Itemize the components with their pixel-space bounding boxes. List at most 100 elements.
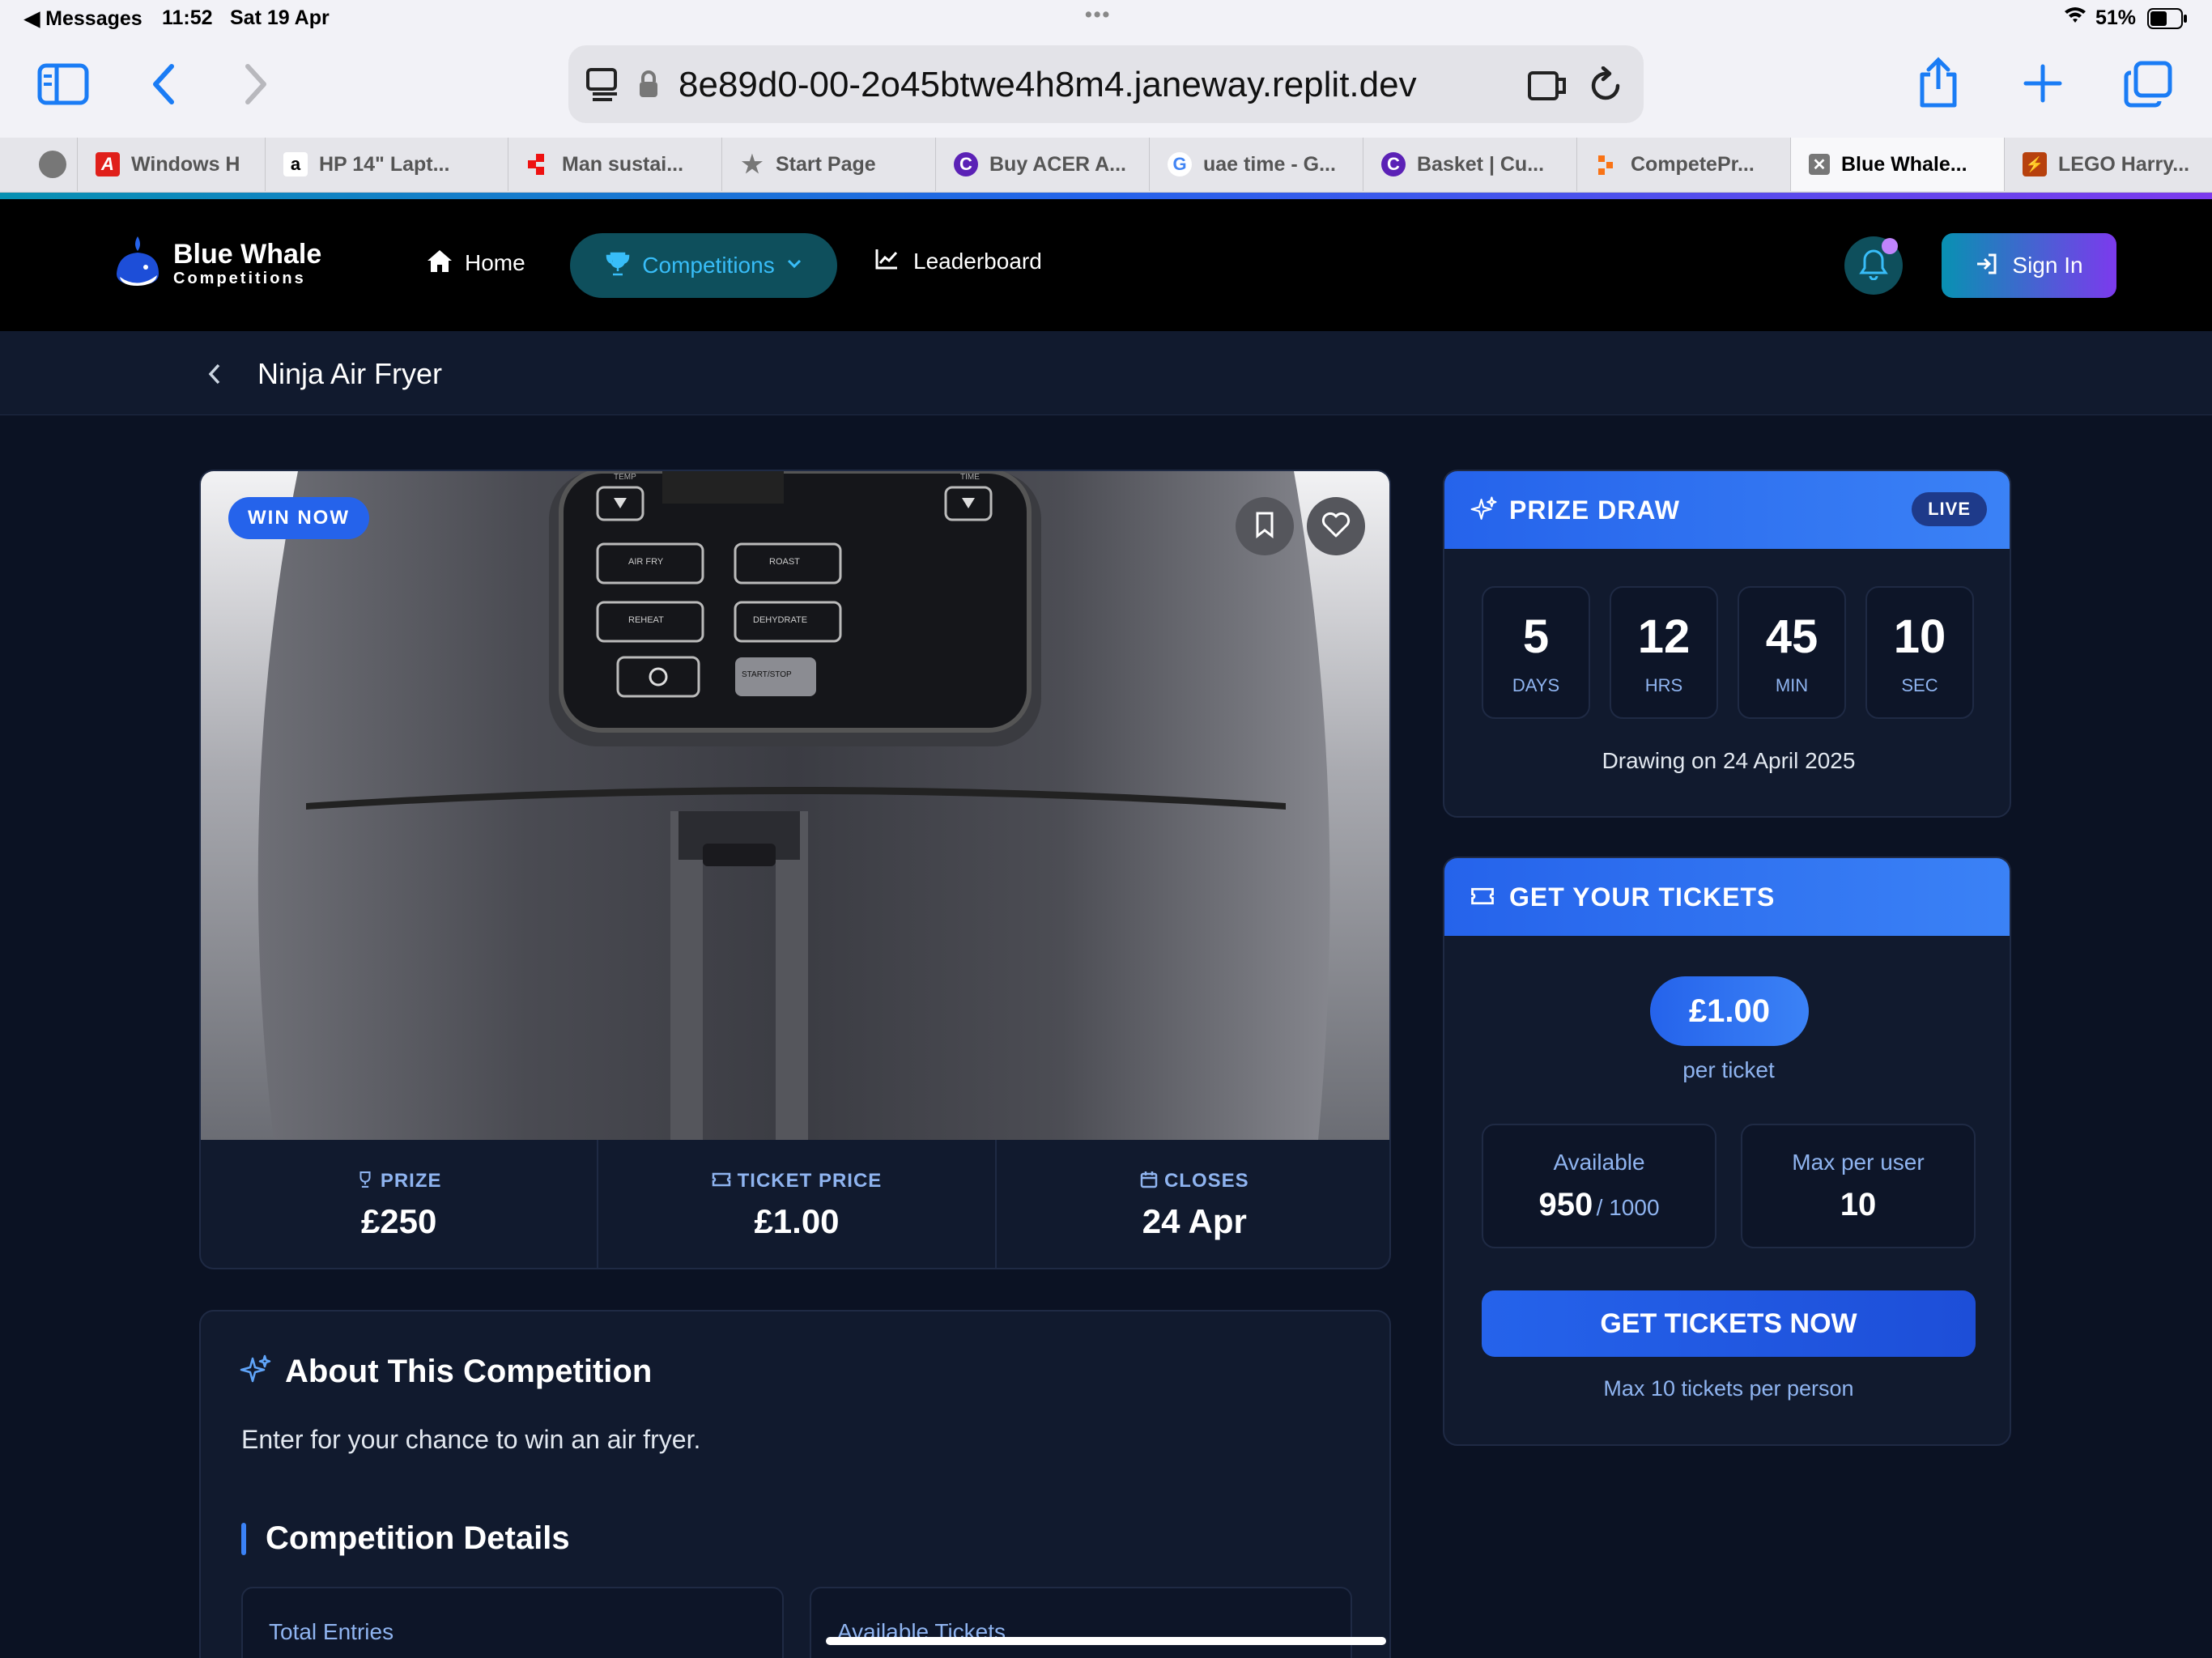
tab-label: LEGO Harry... xyxy=(2058,152,2190,176)
available-count: 950 xyxy=(1538,1186,1593,1222)
sign-in-icon xyxy=(1975,252,1999,280)
get-tickets-label: GET TICKETS NOW xyxy=(1600,1307,1857,1339)
tab-label: Windows H xyxy=(131,152,240,176)
sidebar-icon[interactable] xyxy=(37,63,89,109)
tab-item[interactable]: Guae time - G... xyxy=(1150,138,1363,191)
about-card: About This Competition Enter for your ch… xyxy=(199,1310,1391,1658)
brand-name: Blue Whale xyxy=(173,239,322,270)
tab-icon xyxy=(526,152,551,176)
countdown-unit: HRS xyxy=(1644,674,1683,695)
back-to-messages[interactable]: ◀ Messages xyxy=(24,6,143,31)
stat-value: 24 Apr xyxy=(1142,1202,1247,1240)
stat-prize: PRIZE £250 xyxy=(201,1140,597,1268)
tab-icon xyxy=(39,151,66,178)
tab-label: Buy ACER A... xyxy=(989,152,1126,176)
tab-item[interactable]: A Windows H xyxy=(78,138,266,191)
tab-icon xyxy=(1595,152,1619,176)
lego-icon: ⚡ xyxy=(2023,152,2047,176)
tickets-header: GET YOUR TICKETS xyxy=(1444,858,2010,936)
reload-icon[interactable] xyxy=(1589,66,1624,108)
tab-label: Man sustai... xyxy=(562,152,684,176)
stat-value: £1.00 xyxy=(754,1202,840,1240)
amazon-icon: a xyxy=(283,152,308,176)
countdown-value: 10 xyxy=(1893,610,1946,663)
available-tickets-box: Available Tickets xyxy=(810,1587,1352,1658)
tab-label: uae time - G... xyxy=(1203,152,1336,176)
drawing-date: Drawing on 24 April 2025 xyxy=(1602,748,1856,773)
chevron-down-icon xyxy=(786,258,802,274)
available-label: Available xyxy=(1553,1149,1645,1175)
panel-label: REHEAT xyxy=(628,615,664,625)
heart-icon xyxy=(1321,511,1351,542)
tab-item[interactable]: ⚡ LEGO Harry... xyxy=(2005,138,2212,191)
countdown-unit: DAYS xyxy=(1512,674,1560,695)
site-header: Blue Whale Competitions Home Competition… xyxy=(0,199,2212,331)
back-icon[interactable] xyxy=(147,62,180,111)
c-icon: C xyxy=(1381,152,1406,176)
trophy-icon xyxy=(356,1171,374,1192)
battery-icon xyxy=(2147,8,2188,35)
nav-home[interactable]: Home xyxy=(426,248,525,278)
ticket-icon xyxy=(1470,886,1495,911)
countdown-unit: MIN xyxy=(1775,674,1809,695)
url-text[interactable]: 8e89d0-00-2o45btwe4h8m4.janeway.replit.d… xyxy=(678,65,1417,105)
countdown-hours: 12 HRS xyxy=(1610,586,1718,719)
tab-item[interactable]: CompetePr... xyxy=(1577,138,1791,191)
close-icon[interactable]: ✕ xyxy=(1809,154,1830,175)
sign-in-button[interactable]: Sign In xyxy=(1942,233,2116,298)
stat-value: £250 xyxy=(360,1202,437,1240)
live-badge: LIVE xyxy=(1912,492,1987,526)
stat-label: PRIZE xyxy=(380,1170,442,1192)
ticket-price-pill: £1.00 xyxy=(1650,976,1809,1046)
share-icon[interactable] xyxy=(1916,57,1961,113)
home-indicator[interactable] xyxy=(826,1637,1386,1645)
favorite-button[interactable] xyxy=(1307,497,1365,555)
progress-accent-line xyxy=(0,193,2212,199)
details-title: Competition Details xyxy=(266,1520,570,1556)
tab-item-active[interactable]: ✕ Blue Whale... xyxy=(1791,138,2005,191)
nav-home-label: Home xyxy=(465,249,525,275)
tab-item[interactable]: a HP 14" Lapt... xyxy=(266,138,508,191)
nav-competitions[interactable]: Competitions xyxy=(570,233,837,298)
google-icon: G xyxy=(1168,152,1192,176)
c-icon: C xyxy=(954,152,978,176)
get-tickets-button[interactable]: GET TICKETS NOW xyxy=(1482,1290,1976,1357)
tabs-overview-icon[interactable] xyxy=(2123,60,2173,113)
tab-item[interactable]: C Basket | Cu... xyxy=(1363,138,1577,191)
status-date: Sat 19 Apr xyxy=(230,6,330,29)
panel-label: TIME xyxy=(960,473,980,482)
stat-ticket-price: TICKET PRICE £1.00 xyxy=(597,1140,997,1268)
product-image: TEMP TIME AIR FRY ROAST REHEAT DEHYDRATE… xyxy=(201,471,1389,1140)
multitask-dots-icon[interactable]: ••• xyxy=(1085,3,1111,27)
brand-logo[interactable]: Blue Whale Competitions xyxy=(113,233,321,294)
countdown-value: 12 xyxy=(1637,610,1691,663)
notifications-button[interactable] xyxy=(1844,236,1903,295)
countdown-minutes: 45 MIN xyxy=(1738,586,1846,719)
max-count: 10 xyxy=(1840,1186,1877,1222)
tab-item[interactable] xyxy=(0,138,78,191)
chevron-left-icon[interactable] xyxy=(206,362,223,390)
countdown: 5 DAYS 12 HRS 45 MIN 10 SEC xyxy=(1482,586,1974,719)
sparkle-icon xyxy=(1470,495,1498,527)
brand-tagline: Competitions xyxy=(173,270,306,287)
nav-competitions-label: Competitions xyxy=(642,253,775,278)
total-entries-box: Total Entries xyxy=(241,1587,784,1658)
countdown-value: 45 xyxy=(1765,610,1819,663)
tab-item[interactable]: Man sustai... xyxy=(508,138,722,191)
nav-leaderboard[interactable]: Leaderboard xyxy=(874,248,1042,274)
tab-item[interactable]: C Buy ACER A... xyxy=(936,138,1150,191)
extension-icon[interactable] xyxy=(1527,68,1569,108)
browser-toolbar: 8e89d0-00-2o45btwe4h8m4.janeway.replit.d… xyxy=(0,39,2212,138)
reader-icon[interactable] xyxy=(585,66,620,106)
tab-label: Blue Whale... xyxy=(1841,152,1967,176)
about-description: Enter for your chance to win an air frye… xyxy=(241,1425,701,1454)
tab-item[interactable]: ★ Start Page xyxy=(722,138,936,191)
bookmark-button[interactable] xyxy=(1236,497,1294,555)
chart-line-icon xyxy=(874,248,899,274)
forward-icon[interactable] xyxy=(240,62,272,111)
new-tab-icon[interactable] xyxy=(2023,63,2063,108)
page-title: Ninja Air Fryer xyxy=(257,357,443,390)
per-ticket-label: per ticket xyxy=(1682,1057,1775,1082)
tab-label: HP 14" Lapt... xyxy=(319,152,450,176)
address-bar[interactable]: 8e89d0-00-2o45btwe4h8m4.janeway.replit.d… xyxy=(568,45,1644,123)
